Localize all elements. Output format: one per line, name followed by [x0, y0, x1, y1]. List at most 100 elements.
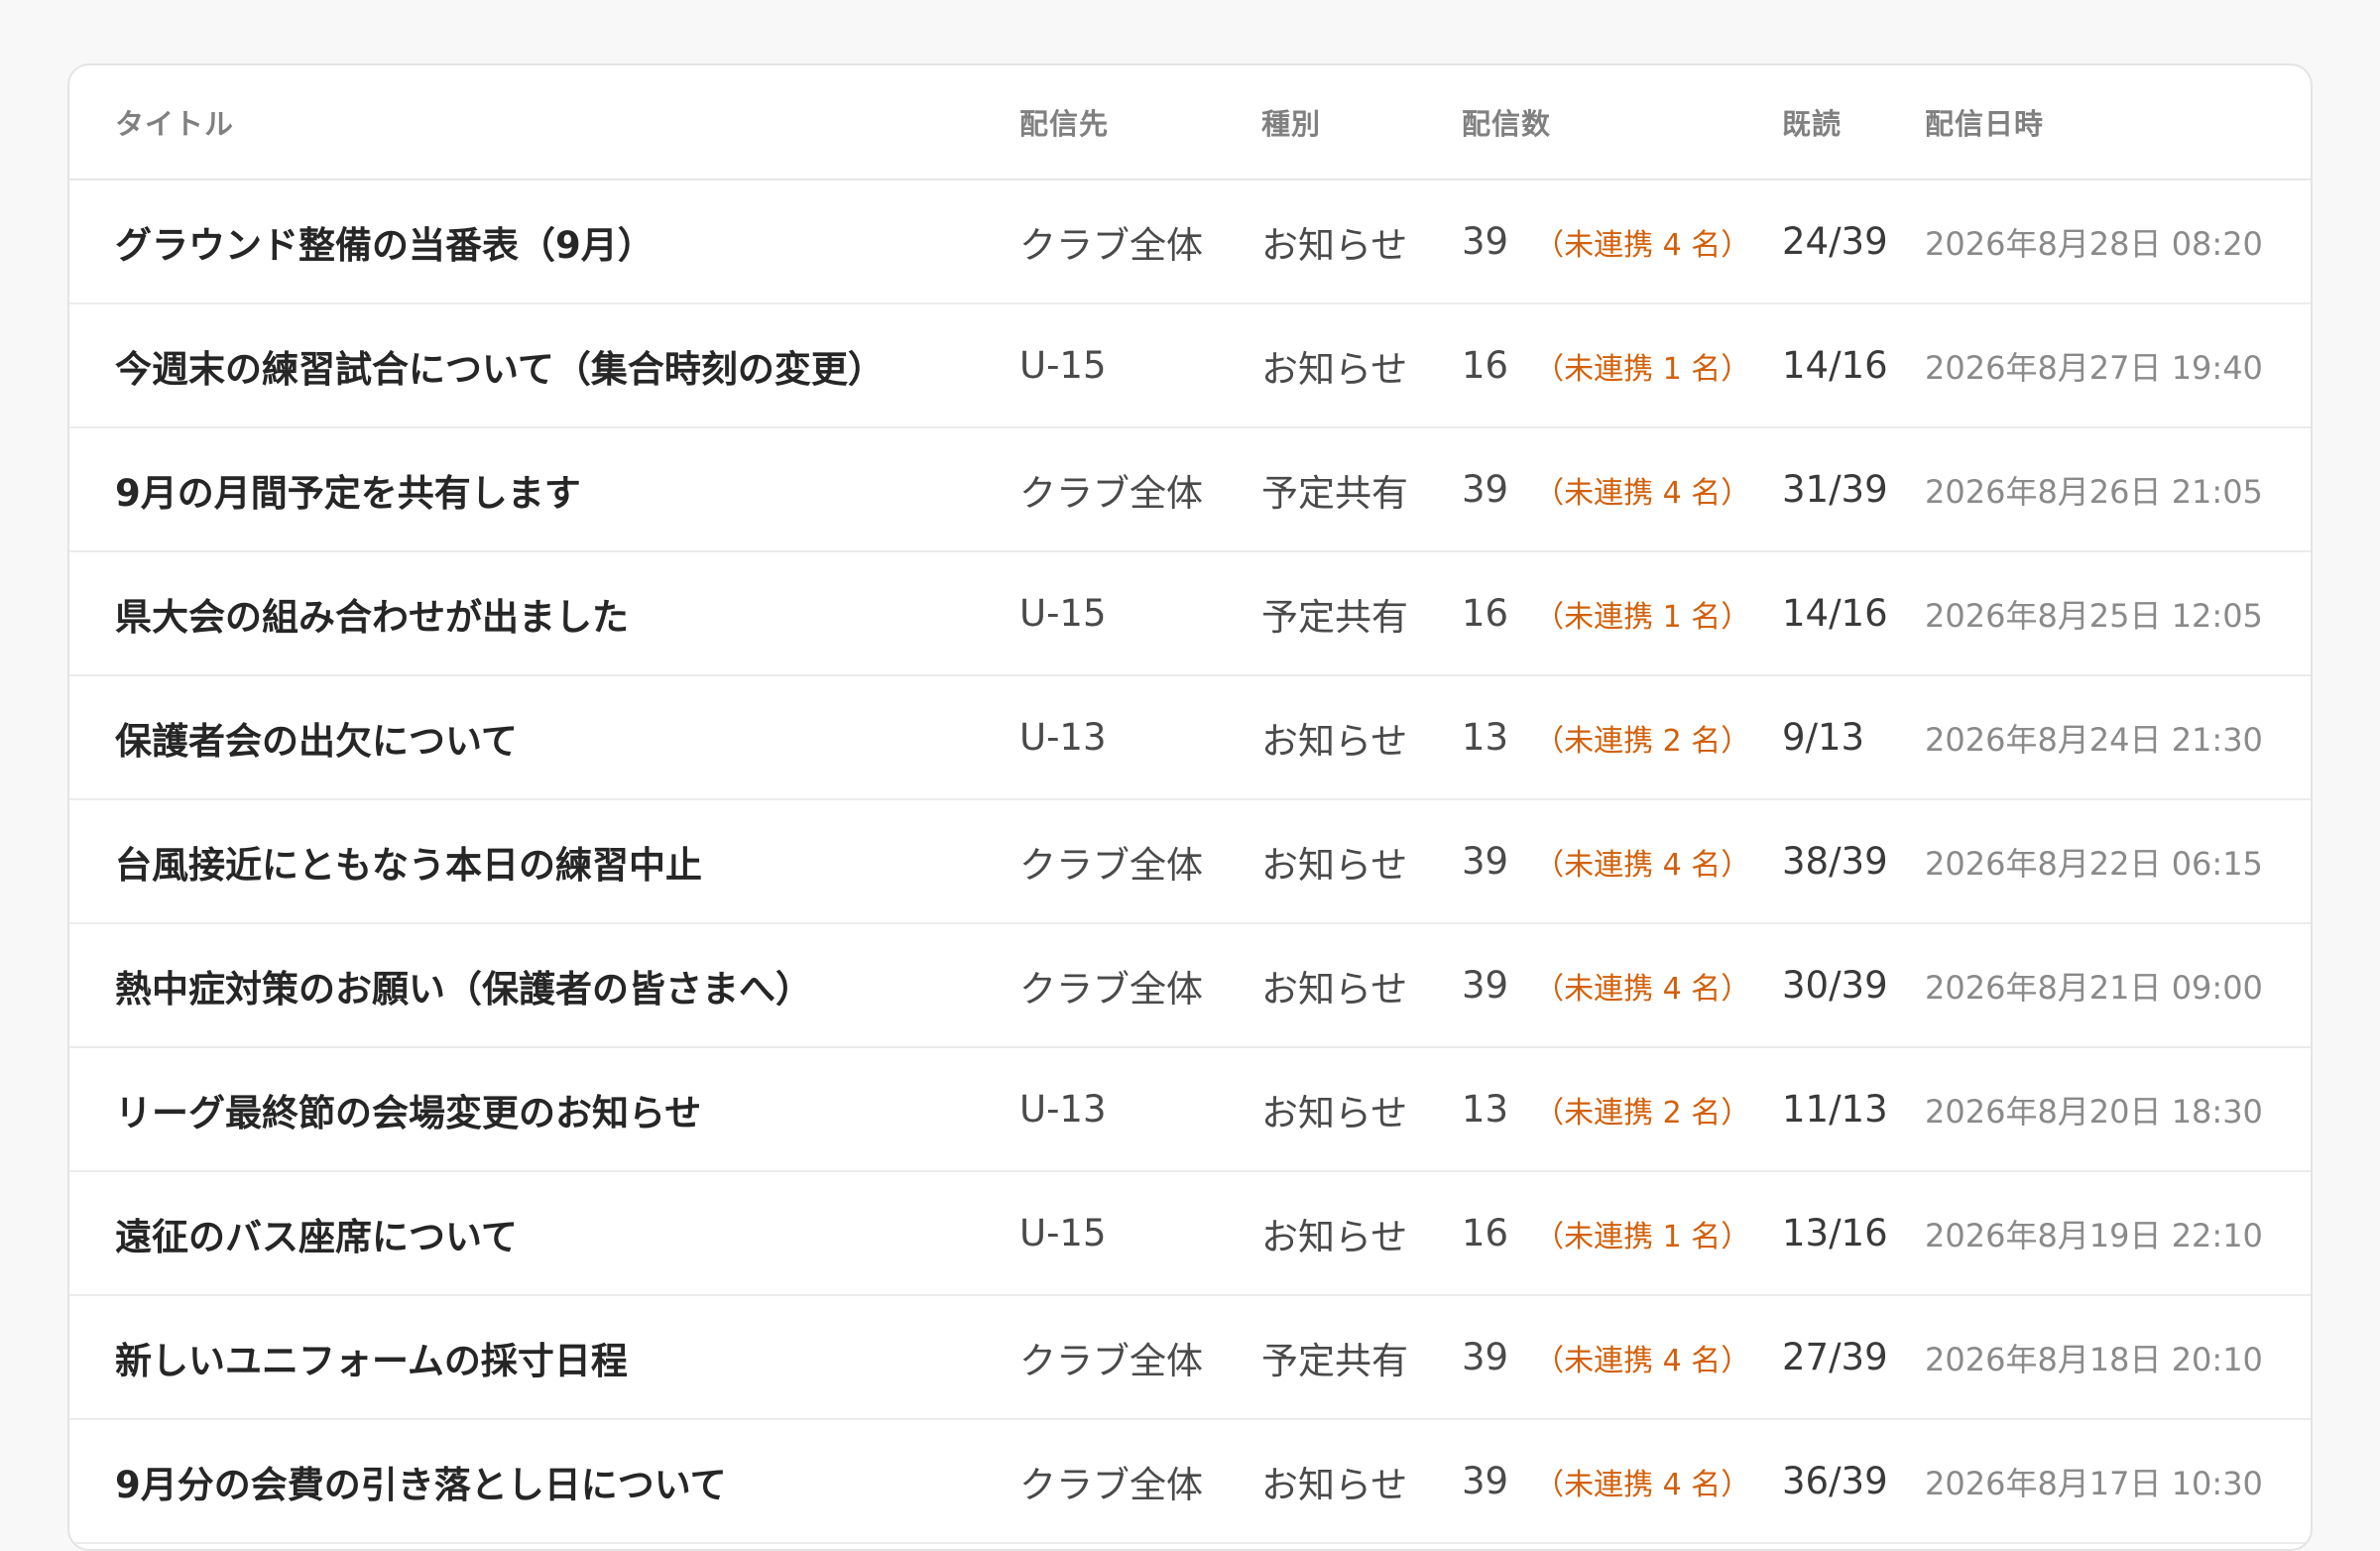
message-type: お知らせ [1261, 347, 1408, 391]
header-target[interactable]: 配信先 [1019, 65, 1248, 179]
delivery-target: U-15 [1019, 592, 1107, 635]
message-type: お知らせ [1261, 1463, 1408, 1506]
unlinked-count-note: （未連携 4 名） [1534, 847, 1751, 883]
message-title[interactable]: 9月分の会費の引き落とし日について [115, 1420, 1008, 1542]
table-row[interactable]: 今週末の練習試合について（集合時刻の変更） U-15 お知らせ 16 （未連携 1 名）… [69, 304, 2311, 428]
read-count: 14/16 [1782, 344, 1888, 387]
delivery-target: クラブ全体 [1019, 967, 1203, 1011]
delivery-count: 13 [1462, 716, 1509, 759]
message-type: 予定共有 [1261, 595, 1408, 639]
delivery-datetime: 2026年8月17日 10:30 [1925, 1464, 2263, 1502]
delivery-count: 39 [1462, 1460, 1509, 1502]
delivery-count-cell: 16 （未連携 1 名） [1462, 304, 1789, 426]
message-title[interactable]: 今週末の練習試合について（集合時刻の変更） [115, 304, 1008, 426]
read-count: 31/39 [1782, 468, 1888, 511]
message-type: お知らせ [1261, 843, 1408, 887]
table-row[interactable]: リーグ最終節の会場変更のお知らせ U-13 お知らせ 13 （未連携 2 名） 11/13… [69, 1048, 2311, 1172]
delivery-datetime: 2026年8月22日 06:15 [1925, 844, 2263, 883]
message-type: お知らせ [1261, 223, 1408, 267]
message-type: 予定共有 [1261, 471, 1408, 515]
delivery-datetime: 2026年8月27日 19:40 [1925, 348, 2263, 387]
delivery-count: 39 [1462, 840, 1509, 883]
read-count: 13/16 [1782, 1212, 1888, 1254]
delivery-count-cell: 39 （未連携 4 名） [1462, 428, 1789, 550]
unlinked-count-note: （未連携 4 名） [1534, 227, 1751, 263]
unlinked-count-note: （未連携 2 名） [1534, 723, 1751, 759]
header-date[interactable]: 配信日時 [1925, 65, 2302, 179]
delivery-target: U-13 [1019, 1088, 1107, 1131]
table-header: タイトル 配信先 種別 配信数 既読 配信日時 [69, 65, 2311, 180]
message-title[interactable]: リーグ最終節の会場変更のお知らせ [115, 1048, 1008, 1170]
delivery-count-cell: 16 （未連携 1 名） [1462, 1172, 1789, 1294]
message-type: お知らせ [1261, 719, 1408, 763]
delivery-target: クラブ全体 [1019, 1339, 1203, 1382]
unlinked-count-note: （未連携 1 名） [1534, 1219, 1751, 1254]
message-title[interactable]: 台風接近にともなう本日の練習中止 [115, 800, 1008, 922]
unlinked-count-note: （未連携 2 名） [1534, 1095, 1751, 1131]
table-row[interactable]: 9月分の会費の引き落とし日について クラブ全体 お知らせ 39 （未連携 4 名） 36/… [69, 1420, 2311, 1544]
header-type[interactable]: 種別 [1261, 65, 1450, 179]
header-read[interactable]: 既読 [1782, 65, 1911, 179]
header-count[interactable]: 配信数 [1462, 65, 1789, 179]
delivery-count: 16 [1462, 592, 1509, 635]
table-row[interactable]: 熱中症対策のお願い（保護者の皆さまへ） クラブ全体 お知らせ 39 （未連携 4 名） 3… [69, 924, 2311, 1048]
delivery-count: 16 [1462, 344, 1509, 387]
read-count: 27/39 [1782, 1336, 1888, 1378]
delivery-target: クラブ全体 [1019, 1463, 1203, 1506]
table-row[interactable]: 保護者会の出欠について U-13 お知らせ 13 （未連携 2 名） 9/13 2026年8… [69, 676, 2311, 800]
read-count: 24/39 [1782, 220, 1888, 263]
delivery-count-cell: 13 （未連携 2 名） [1462, 676, 1789, 798]
delivery-count: 39 [1462, 468, 1509, 511]
delivery-datetime: 2026年8月28日 08:20 [1925, 224, 2263, 263]
message-type: お知らせ [1261, 967, 1408, 1011]
unlinked-count-note: （未連携 4 名） [1534, 1343, 1751, 1378]
table-row[interactable]: グラウンド整備の当番表（9月） クラブ全体 お知らせ 39 （未連携 4 名） 24/39… [69, 180, 2311, 304]
unlinked-count-note: （未連携 1 名） [1534, 599, 1751, 635]
delivery-target: クラブ全体 [1019, 471, 1203, 515]
table-row[interactable]: 9月の月間予定を共有します クラブ全体 予定共有 39 （未連携 4 名） 31/39 20… [69, 428, 2311, 552]
header-title[interactable]: タイトル [115, 65, 1008, 179]
delivery-count: 39 [1462, 964, 1509, 1007]
delivery-target: U-15 [1019, 1212, 1107, 1254]
delivery-count-cell: 39 （未連携 4 名） [1462, 924, 1789, 1046]
read-count: 14/16 [1782, 592, 1888, 635]
message-title[interactable]: 県大会の組み合わせが出ました [115, 552, 1008, 674]
read-count: 36/39 [1782, 1460, 1888, 1502]
table-row[interactable]: 県大会の組み合わせが出ました U-15 予定共有 16 （未連携 1 名） 14/16 20… [69, 552, 2311, 676]
delivery-count-cell: 39 （未連携 4 名） [1462, 1420, 1789, 1542]
read-count: 11/13 [1782, 1088, 1888, 1131]
delivery-target: クラブ全体 [1019, 223, 1203, 267]
delivery-count: 39 [1462, 220, 1509, 263]
read-count: 30/39 [1782, 964, 1888, 1007]
read-count: 38/39 [1782, 840, 1888, 883]
table-row[interactable]: 台風接近にともなう本日の練習中止 クラブ全体 お知らせ 39 （未連携 4 名） 38/3… [69, 800, 2311, 924]
message-title[interactable]: グラウンド整備の当番表（9月） [115, 180, 1008, 302]
message-type: 予定共有 [1261, 1339, 1408, 1382]
delivery-count: 39 [1462, 1336, 1509, 1378]
message-title[interactable]: 保護者会の出欠について [115, 676, 1008, 798]
table-row[interactable]: 遠征のバス座席について U-15 お知らせ 16 （未連携 1 名） 13/16 2026年… [69, 1172, 2311, 1296]
message-title[interactable]: 新しいユニフォームの採寸日程 [115, 1296, 1008, 1418]
delivery-datetime: 2026年8月19日 22:10 [1925, 1216, 2263, 1254]
table-row[interactable]: 新しいユニフォームの採寸日程 クラブ全体 予定共有 39 （未連携 4 名） 27/39 2… [69, 1296, 2311, 1420]
delivery-count-cell: 13 （未連携 2 名） [1462, 1048, 1789, 1170]
delivery-target: クラブ全体 [1019, 843, 1203, 887]
delivery-datetime: 2026年8月21日 09:00 [1925, 968, 2263, 1007]
message-title[interactable]: 遠征のバス座席について [115, 1172, 1008, 1294]
delivery-count-cell: 39 （未連携 4 名） [1462, 800, 1789, 922]
delivery-target: U-13 [1019, 716, 1107, 759]
delivery-count-cell: 39 （未連携 4 名） [1462, 1296, 1789, 1418]
delivery-datetime: 2026年8月18日 20:10 [1925, 1340, 2263, 1378]
unlinked-count-note: （未連携 1 名） [1534, 351, 1751, 387]
delivery-datetime: 2026年8月24日 21:30 [1925, 720, 2263, 759]
message-title[interactable]: 熱中症対策のお願い（保護者の皆さまへ） [115, 924, 1008, 1046]
message-title[interactable]: 9月の月間予定を共有します [115, 428, 1008, 550]
message-list-table: タイトル 配信先 種別 配信数 既読 配信日時 グラウンド整備の当番表（9月）ク… [67, 63, 2313, 1551]
message-type: お知らせ [1261, 1091, 1408, 1134]
unlinked-count-note: （未連携 4 名） [1534, 1467, 1751, 1502]
delivery-count-cell: 39 （未連携 4 名） [1462, 180, 1789, 302]
unlinked-count-note: （未連携 4 名） [1534, 971, 1751, 1007]
unlinked-count-note: （未連携 4 名） [1534, 475, 1751, 511]
read-count: 9/13 [1782, 716, 1865, 759]
message-type: お知らせ [1261, 1215, 1408, 1258]
